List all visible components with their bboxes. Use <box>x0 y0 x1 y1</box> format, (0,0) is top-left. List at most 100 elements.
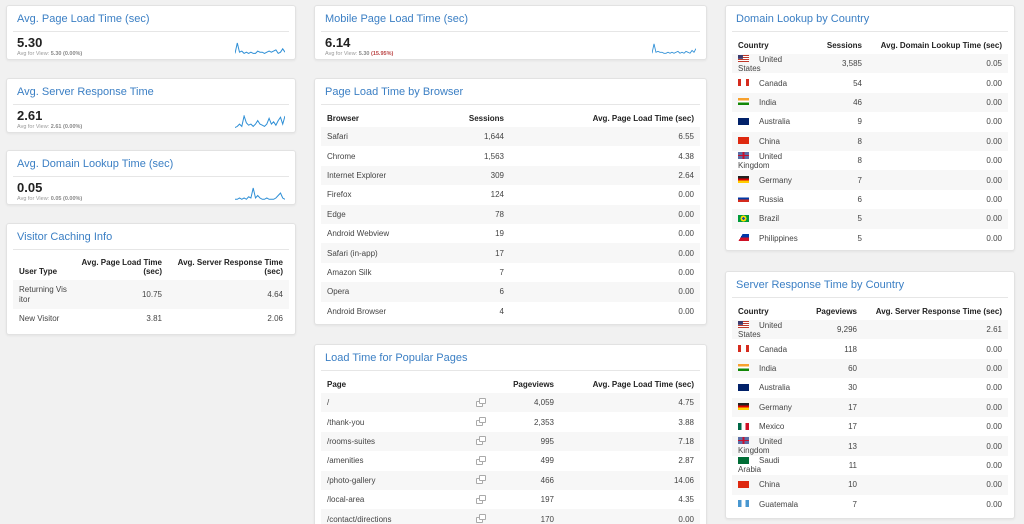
external-link-icon[interactable] <box>476 397 486 407</box>
card-title[interactable]: Avg. Page Load Time (sec) <box>13 6 289 32</box>
card-title[interactable]: Load Time for Popular Pages <box>321 345 700 371</box>
country-cell[interactable]: Russia <box>732 190 813 209</box>
country-name: Australia <box>759 383 791 393</box>
column-header[interactable]: Browser <box>321 107 420 127</box>
country-cell[interactable]: Philippines <box>732 229 813 248</box>
page-path-cell[interactable]: /photo-gallery <box>321 470 470 490</box>
card-title[interactable]: Avg. Server Response Time <box>13 79 289 105</box>
comparison-label: Avg for View: <box>17 124 50 130</box>
time-cell: 0.00 <box>868 131 1008 151</box>
sessions-cell: 5 <box>813 209 868 229</box>
table-row: Saudi Arabia 11 0.00 <box>732 456 1008 475</box>
card-title[interactable]: Visitor Caching Info <box>13 224 289 250</box>
column-header[interactable]: Avg. Server Response Time (sec) <box>168 252 289 280</box>
country-cell[interactable]: Germany <box>732 170 813 190</box>
external-link-icon[interactable] <box>476 475 486 485</box>
external-link-icon[interactable] <box>476 514 486 524</box>
time-cell: 0.00 <box>868 209 1008 229</box>
card-title[interactable]: Domain Lookup by Country <box>732 6 1008 32</box>
comparison-value: 0.05 <box>50 196 62 202</box>
country-cell[interactable]: United States <box>732 54 813 74</box>
load-time-cell: 6.55 <box>510 127 700 147</box>
country-cell[interactable]: United Kingdom <box>732 436 808 456</box>
country-name: Canada <box>759 344 788 354</box>
flag-br-icon <box>738 214 749 222</box>
external-link-icon[interactable] <box>476 417 486 427</box>
column-header[interactable]: Country <box>732 34 813 54</box>
load-time-cell: 0.00 <box>678 267 694 277</box>
country-cell[interactable]: China <box>732 131 813 151</box>
visitor-caching-card: Visitor Caching Info User Type Avg. Page… <box>6 223 296 335</box>
country-cell[interactable]: Saudi Arabia <box>732 456 808 475</box>
country-cell[interactable]: India <box>732 358 808 379</box>
country-name: China <box>759 480 780 490</box>
time-cell: 0.00 <box>986 460 1002 470</box>
column-header[interactable]: Avg. Page Load Time (sec) <box>560 373 700 393</box>
page-path-cell[interactable]: / <box>321 393 470 413</box>
domain-lookup-country-card: Domain Lookup by Country Country Session… <box>725 5 1015 251</box>
card-title[interactable]: Server Response Time by Country <box>732 272 1008 298</box>
flag-ca-icon <box>738 78 749 86</box>
page-path-cell[interactable]: /amenities <box>321 451 470 470</box>
pageviews-cell: 197 <box>540 495 554 505</box>
country-cell[interactable]: Canada <box>732 73 813 92</box>
country-name: Mexico <box>759 422 785 432</box>
table-row: /photo-gallery 466 14.06 <box>321 470 700 490</box>
value-cell: 10.75 <box>73 280 168 309</box>
page-path-cell[interactable]: /contact/directions <box>321 509 470 524</box>
pageviews-cell: 466 <box>490 470 560 490</box>
country-cell[interactable]: United States <box>732 320 808 340</box>
value-cell: 3.81 <box>146 314 162 324</box>
link-cell <box>470 490 490 509</box>
load-time-cell: 0.00 <box>560 509 700 524</box>
pageviews-cell: 4,059 <box>490 393 560 413</box>
country-cell[interactable]: Australia <box>732 378 808 397</box>
value-cell: 4.64 <box>168 280 289 309</box>
pageviews-cell: 13 <box>808 436 863 456</box>
time-cell: 0.00 <box>986 422 1002 432</box>
sparkline-chart <box>235 42 285 55</box>
table-row: Safari (in-app) 17 0.00 <box>321 243 700 263</box>
sparkline-line <box>652 43 696 54</box>
popular-pages-table: Page Pageviews Avg. Page Load Time (sec)… <box>321 373 700 524</box>
card-title[interactable]: Avg. Domain Lookup Time (sec) <box>13 151 289 177</box>
table-row: / 4,059 4.75 <box>321 393 700 413</box>
column-header[interactable]: Pageviews <box>808 300 863 320</box>
column-header[interactable]: Avg. Server Response Time (sec) <box>863 300 1008 320</box>
table-row: United Kingdom 13 0.00 <box>732 436 1008 456</box>
column-header[interactable]: Country <box>732 300 808 320</box>
country-cell[interactable]: Australia <box>732 112 813 131</box>
column-header[interactable]: Avg. Page Load Time (sec) <box>510 107 700 127</box>
country-cell[interactable]: Guatemala <box>732 495 808 514</box>
page-path-cell[interactable]: /local-area <box>321 490 470 509</box>
card-title[interactable]: Mobile Page Load Time (sec) <box>321 6 700 32</box>
country-cell[interactable]: India <box>732 92 813 113</box>
table-row: Opera 6 0.00 <box>321 282 700 302</box>
card-title[interactable]: Page Load Time by Browser <box>321 79 700 105</box>
country-cell[interactable]: Germany <box>732 397 808 417</box>
country-cell[interactable]: Mexico <box>732 417 808 436</box>
column-header[interactable]: User Type <box>13 252 73 280</box>
column-header[interactable]: Avg. Domain Lookup Time (sec) <box>868 34 1008 54</box>
country-cell[interactable]: United Kingdom <box>732 151 813 170</box>
country-cell[interactable]: China <box>732 475 808 495</box>
column-header[interactable]: Pageviews <box>490 373 560 393</box>
comparison-value: 5.30 <box>358 51 370 57</box>
column-header[interactable]: Sessions <box>813 34 868 54</box>
column-header[interactable]: Sessions <box>420 107 510 127</box>
pageviews-cell: 17 <box>808 397 863 417</box>
column-header[interactable]: Page <box>321 373 470 393</box>
page-path-cell[interactable]: /thank-you <box>321 412 470 431</box>
page-path-cell[interactable]: /rooms-suites <box>321 431 470 452</box>
external-link-icon[interactable] <box>476 455 486 465</box>
column-header[interactable]: Avg. Page Load Time (sec) <box>73 252 168 280</box>
external-link-icon[interactable] <box>476 436 486 446</box>
value-cell: 2.06 <box>267 314 283 324</box>
country-cell[interactable]: Brazil <box>732 209 813 229</box>
flag-in-icon <box>738 98 749 106</box>
external-link-icon[interactable] <box>476 494 486 504</box>
country-name: Philippines <box>759 233 798 243</box>
stat-card-mobile-page-load: Mobile Page Load Time (sec) 6.14 Avg for… <box>314 5 707 60</box>
country-cell[interactable]: Canada <box>732 339 808 358</box>
load-time-cell: 4.35 <box>678 495 694 505</box>
